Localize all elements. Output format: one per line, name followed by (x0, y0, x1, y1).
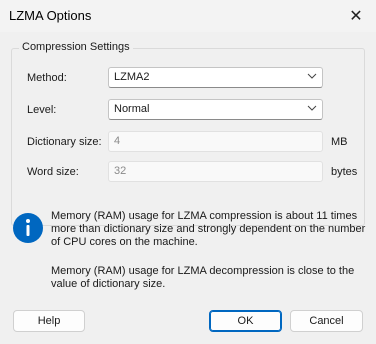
method-label: Method: (27, 72, 67, 84)
help-button[interactable]: Help (13, 310, 85, 332)
compression-memory-note: Memory (RAM) usage for LZMA compression … (51, 210, 366, 249)
info-line: value of dictionary size. (51, 278, 166, 290)
chevron-down-icon (307, 105, 317, 111)
info-line: Memory (RAM) usage for LZMA compression … (51, 210, 358, 222)
word-size-value: 32 (114, 165, 127, 177)
close-icon: ✕ (349, 8, 363, 25)
method-select[interactable]: LZMA2 (108, 67, 323, 88)
dictionary-size-unit: MB (331, 136, 348, 148)
dialog-body: Compression Settings Method: LZMA2 Level… (0, 32, 376, 344)
title-bar: LZMA Options ✕ (0, 0, 376, 32)
info-icon (13, 213, 43, 243)
info-line: of CPU cores on the machine. (51, 236, 198, 248)
level-select[interactable]: Normal (108, 99, 323, 120)
window-title: LZMA Options (9, 8, 92, 23)
group-legend: Compression Settings (19, 41, 133, 53)
dictionary-size-label: Dictionary size: (27, 136, 102, 148)
dictionary-size-field: 4 (108, 131, 323, 152)
level-label: Level: (27, 104, 57, 116)
method-value: LZMA2 (114, 71, 150, 83)
dictionary-size-value: 4 (114, 135, 121, 147)
info-line: more than dictionary size and strongly d… (51, 223, 366, 235)
decompression-memory-note: Memory (RAM) usage for LZMA decompressio… (51, 265, 366, 291)
word-size-label: Word size: (27, 166, 79, 178)
close-button[interactable]: ✕ (336, 0, 376, 32)
word-size-field: 32 (108, 161, 323, 182)
info-line: Memory (RAM) usage for LZMA decompressio… (51, 265, 355, 277)
ok-button[interactable]: OK (209, 310, 282, 332)
word-size-unit: bytes (331, 166, 358, 178)
cancel-button[interactable]: Cancel (290, 310, 363, 332)
chevron-down-icon (307, 73, 317, 79)
level-value: Normal (114, 103, 150, 115)
